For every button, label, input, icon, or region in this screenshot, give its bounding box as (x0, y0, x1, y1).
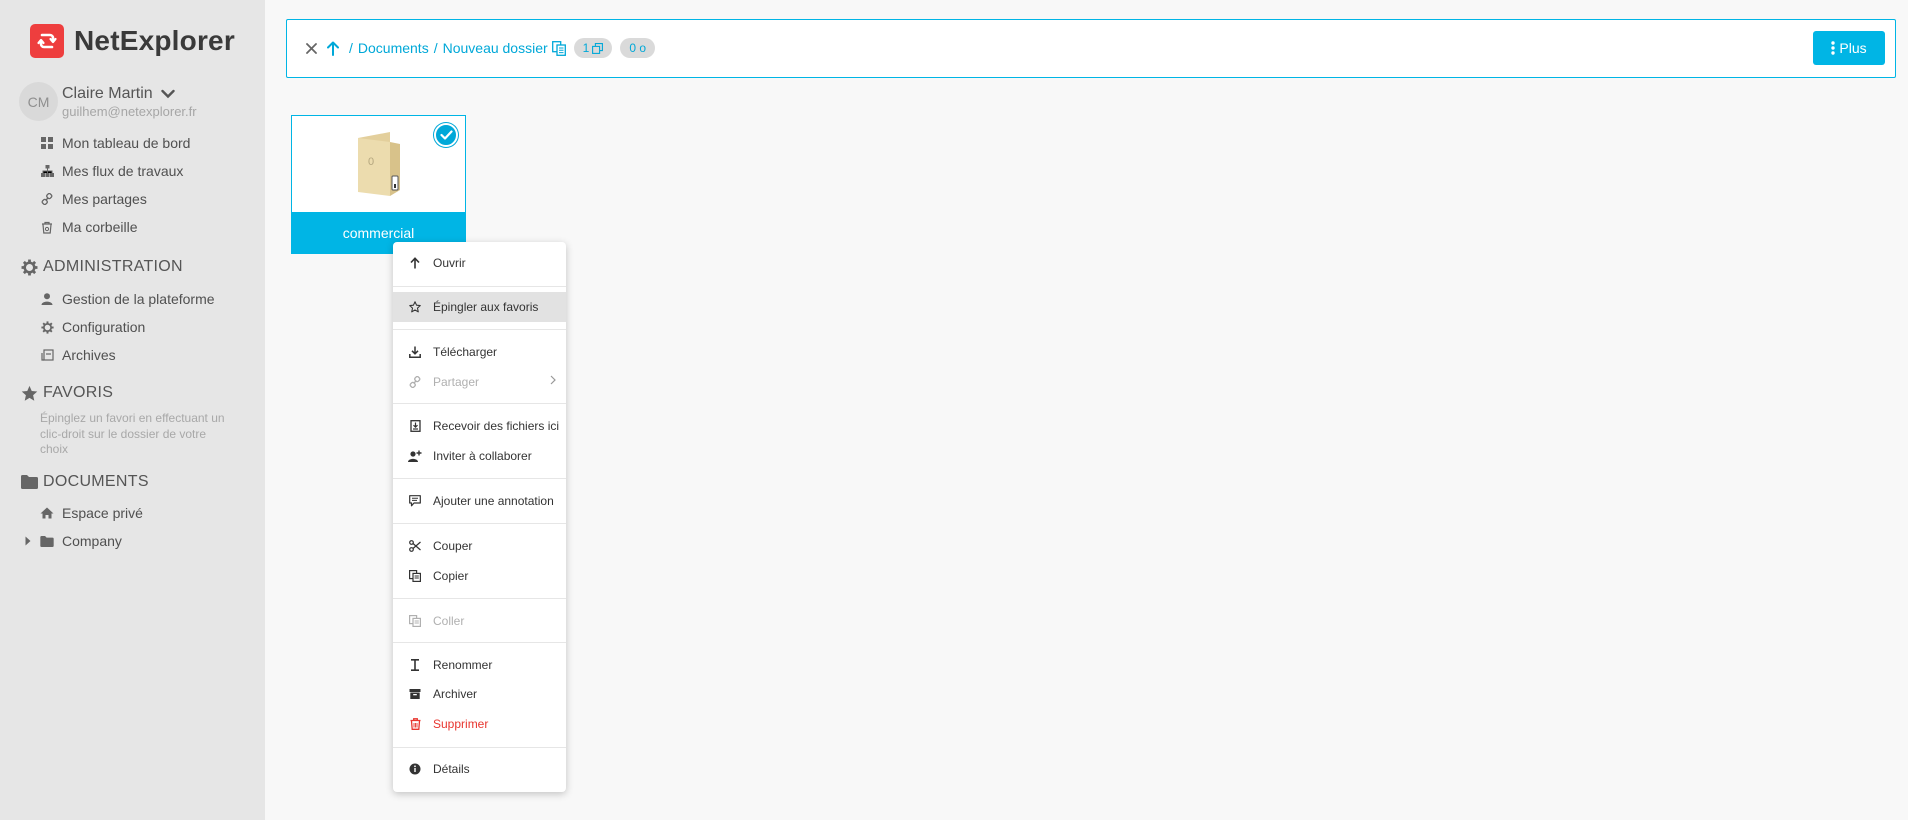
menu-item-delete[interactable]: Supprimer (393, 709, 566, 739)
menu-divider (393, 329, 566, 330)
breadcrumb-separator: / (349, 40, 353, 56)
breadcrumb-current-folder[interactable]: Nouveau dossier (443, 40, 548, 56)
user-name: Claire Martin (62, 84, 153, 102)
sidebar-item-private-space[interactable]: Espace privé (40, 502, 143, 524)
menu-item-rename[interactable]: Renommer (393, 650, 566, 680)
archive-icon (40, 348, 54, 362)
comment-icon (408, 494, 422, 508)
menu-item-download[interactable]: Télécharger (393, 337, 566, 367)
user-email: guilhem@netexplorer.fr (62, 103, 197, 119)
home-icon (40, 506, 54, 520)
copy-icon (408, 569, 422, 583)
selection-toolbar: / Documents / Nouveau dossier 1 0 o Plus (286, 19, 1896, 78)
copy-icon (592, 42, 604, 54)
caret-right-icon[interactable] (24, 534, 32, 548)
folder-icon (20, 473, 38, 491)
gear-icon (40, 320, 54, 334)
link-icon (40, 192, 54, 206)
folder-card[interactable]: 0 commercial (291, 115, 466, 254)
context-menu: Ouvrir Épingler aux favoris Télécharger … (393, 242, 566, 792)
more-button[interactable]: Plus (1813, 31, 1885, 65)
menu-item-open[interactable]: Ouvrir (393, 248, 566, 278)
sidebar-item-dashboard[interactable]: Mon tableau de bord (40, 132, 190, 154)
selection-size-badge: 0 o (620, 38, 656, 58)
menu-item-share[interactable]: Partager (393, 367, 566, 397)
breadcrumb: / Documents / Nouveau dossier 1 0 o (327, 37, 656, 59)
app-name: NetExplorer (74, 25, 235, 56)
download-icon (408, 345, 422, 359)
inbox-icon (408, 419, 422, 433)
sidebar: NetExplorer CM Claire Martin guilhem@net… (0, 0, 265, 820)
section-documents[interactable]: DOCUMENTS (20, 470, 149, 494)
star-icon (20, 384, 38, 402)
copy-path-icon[interactable] (551, 40, 566, 56)
sidebar-item-shares[interactable]: Mes partages (40, 188, 147, 210)
menu-item-copy[interactable]: Copier (393, 561, 566, 591)
sidebar-item-configuration[interactable]: Configuration (40, 316, 145, 338)
text-cursor-icon (408, 658, 422, 672)
sidebar-item-trash[interactable]: Ma corbeille (40, 216, 137, 238)
sidebar-item-archives[interactable]: Archives (40, 344, 116, 366)
user-icon (40, 292, 54, 306)
paste-icon (408, 614, 422, 628)
folder-icon (40, 534, 54, 548)
sidebar-item-company[interactable]: Company (24, 530, 122, 552)
trash-icon (40, 220, 54, 234)
menu-divider (393, 747, 566, 748)
menu-item-receive-files[interactable]: Recevoir des fichiers ici (393, 411, 566, 441)
user-menu[interactable]: CM Claire Martin guilhem@netexplorer.fr (19, 82, 197, 121)
trash-icon (408, 717, 422, 731)
workflow-icon (40, 164, 54, 178)
breadcrumb-separator: / (433, 40, 438, 56)
menu-divider (393, 403, 566, 404)
menu-divider (393, 286, 566, 287)
section-administration[interactable]: ADMINISTRATION (20, 255, 183, 279)
selection-count-badge: 1 (573, 38, 613, 58)
star-outline-icon (408, 300, 422, 314)
menu-divider (393, 598, 566, 599)
gear-icon (20, 258, 38, 276)
info-icon (408, 762, 422, 776)
close-icon[interactable] (301, 38, 321, 58)
folder-item-count: 0 (368, 156, 375, 168)
avatar: CM (19, 82, 58, 121)
menu-divider (393, 523, 566, 524)
menu-divider (393, 642, 566, 643)
app-logo[interactable]: NetExplorer (30, 24, 235, 58)
vertical-dots-icon (1831, 41, 1836, 55)
section-favorites[interactable]: FAVORIS (20, 381, 113, 405)
menu-item-pin-favorite[interactable]: Épingler aux favoris (393, 292, 566, 322)
menu-divider (393, 478, 566, 479)
chevron-right-icon (550, 375, 556, 385)
link-icon (408, 375, 422, 389)
netexplorer-logo-icon (30, 24, 64, 58)
user-add-icon (408, 449, 422, 463)
sidebar-item-workflows[interactable]: Mes flux de travaux (40, 160, 183, 182)
menu-item-cut[interactable]: Couper (393, 531, 566, 561)
scissors-icon (408, 539, 422, 553)
arrow-up-icon (408, 256, 422, 270)
chevron-down-icon[interactable] (160, 89, 175, 99)
selected-check-icon[interactable] (434, 123, 458, 147)
open-folder-icon: 0 (354, 132, 404, 198)
menu-item-archive[interactable]: Archiver (393, 679, 566, 709)
menu-item-annotate[interactable]: Ajouter une annotation (393, 486, 566, 516)
favorites-hint: Épinglez un favori en effectuant un clic… (40, 411, 225, 456)
sidebar-item-platform[interactable]: Gestion de la plateforme (40, 288, 215, 310)
breadcrumb-documents[interactable]: Documents (358, 40, 429, 56)
menu-item-invite[interactable]: Inviter à collaborer (393, 441, 566, 471)
dashboard-icon (40, 136, 54, 150)
archive-box-icon (408, 687, 422, 701)
menu-item-details[interactable]: Détails (393, 754, 566, 784)
arrow-up-icon[interactable] (327, 41, 339, 56)
menu-item-paste[interactable]: Coller (393, 606, 566, 636)
